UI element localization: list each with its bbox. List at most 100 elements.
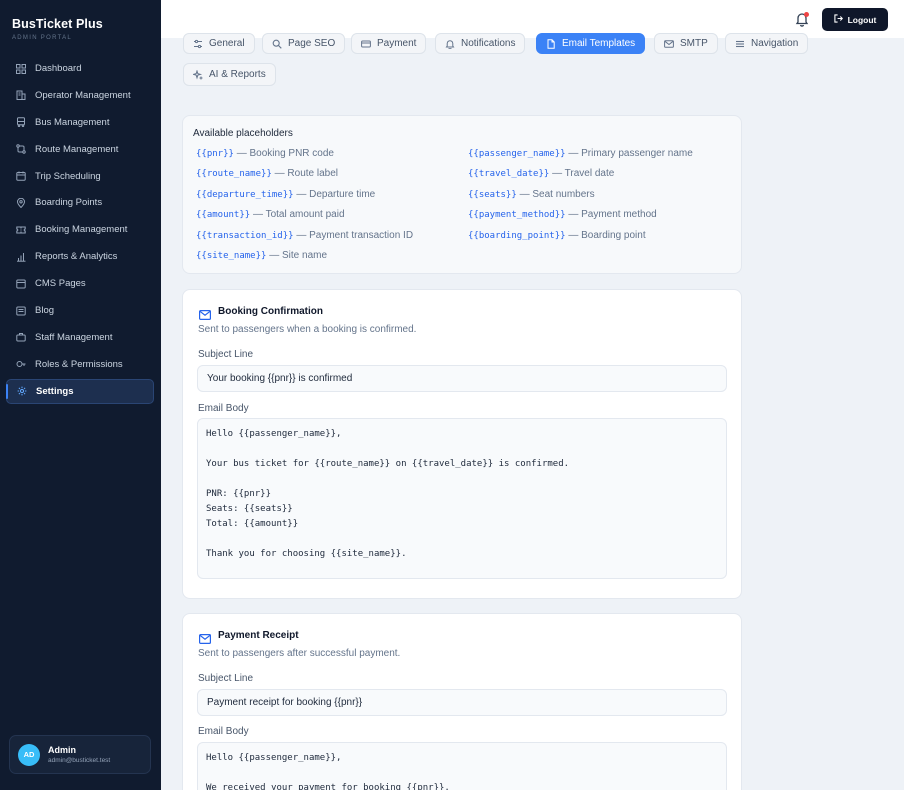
placeholder-desc: — Route label xyxy=(274,168,339,179)
file-text-icon xyxy=(546,38,556,49)
gear-icon xyxy=(17,386,27,396)
placeholder-item: {{amount}} — Total amount paid xyxy=(196,209,345,220)
tab-label: General xyxy=(209,38,245,49)
key-icon xyxy=(16,359,26,369)
placeholder-desc: — Boarding point xyxy=(568,230,646,241)
file-icon xyxy=(16,279,26,289)
sidebar-item-label: Dashboard xyxy=(35,63,82,74)
tab-ai-reports[interactable]: AI & Reports xyxy=(183,63,276,86)
logout-label: Logout xyxy=(847,14,877,25)
placeholder-desc: — Primary passenger name xyxy=(568,148,693,159)
template-title: Payment Receipt xyxy=(218,630,299,641)
template-title: Booking Confirmation xyxy=(218,306,323,317)
credit-card-icon xyxy=(361,39,371,49)
tab-label: Navigation xyxy=(751,38,799,49)
template-header: Payment Receipt xyxy=(199,630,299,644)
tab-payment[interactable]: Payment xyxy=(351,33,427,54)
placeholder-code[interactable]: {{boarding_point}} xyxy=(468,231,566,241)
tab-page-seo[interactable]: Page SEO xyxy=(262,33,346,54)
placeholder-code[interactable]: {{amount}} xyxy=(196,210,250,220)
bell-icon xyxy=(445,39,455,49)
logout-button[interactable]: Logout xyxy=(822,8,888,31)
mail-icon xyxy=(199,307,212,320)
placeholder-code[interactable]: {{site_name}} xyxy=(196,251,266,261)
sidebar-item-staff-management[interactable]: Staff Management xyxy=(6,325,154,350)
sidebar-item-label: Settings xyxy=(36,385,74,397)
sidebar-item-route-management[interactable]: Route Management xyxy=(6,137,154,162)
placeholder-code[interactable]: {{seats}} xyxy=(468,190,517,200)
tab-notifications[interactable]: Notifications xyxy=(435,33,526,54)
sidebar-item-operator-management[interactable]: Operator Management xyxy=(6,83,154,108)
sidebar-item-settings[interactable]: Settings xyxy=(6,378,154,404)
search-icon xyxy=(272,39,282,49)
tab-label: Payment xyxy=(377,38,417,49)
body-textarea[interactable]: Hello {{passenger_name}}, We received yo… xyxy=(197,742,727,790)
app-subtitle: ADMIN PORTAL xyxy=(12,35,73,41)
user-card[interactable]: AD Admin admin@busticket.test xyxy=(9,735,151,774)
sidebar-item-blog[interactable]: Blog xyxy=(6,298,154,323)
notification-dot xyxy=(804,12,809,17)
calendar-icon xyxy=(16,171,26,181)
sliders-icon xyxy=(193,39,203,49)
subject-input[interactable]: Payment receipt for booking {{pnr}} xyxy=(197,689,727,716)
placeholder-item: {{payment_method}} — Payment method xyxy=(468,209,657,220)
sidebar-item-label: Booking Management xyxy=(35,224,128,236)
sidebar-item-roles-permissions[interactable]: Roles & Permissions xyxy=(6,352,154,377)
tab-email-templates[interactable]: Email Templates xyxy=(536,33,646,54)
sidebar-item-boarding-points[interactable]: Boarding Points xyxy=(6,190,154,215)
sidebar-item-dashboard[interactable]: Dashboard xyxy=(6,56,154,81)
subject-input[interactable]: Your booking {{pnr}} is confirmed xyxy=(197,365,727,392)
tab-general[interactable]: General xyxy=(183,33,255,54)
sidebar-item-reports-analytics[interactable]: Reports & Analytics xyxy=(6,244,154,269)
avatar: AD xyxy=(18,743,40,766)
placeholder-item: {{passenger_name}} — Primary passenger n… xyxy=(468,148,693,159)
menu-icon xyxy=(735,39,745,49)
placeholder-desc: — Total amount paid xyxy=(252,209,345,220)
body-textarea[interactable]: Hello {{passenger_name}}, Your bus ticke… xyxy=(197,418,727,579)
app-title: BusTicket Plus xyxy=(12,17,103,31)
placeholder-item: {{boarding_point}} — Boarding point xyxy=(468,230,646,241)
tab-label: Page SEO xyxy=(288,38,336,49)
placeholder-desc: — Payment method xyxy=(568,209,657,220)
placeholder-code[interactable]: {{route_name}} xyxy=(196,169,272,179)
placeholder-item: {{route_name}} — Route label xyxy=(196,168,338,179)
brand: BusTicket Plus ADMIN PORTAL xyxy=(12,17,103,41)
placeholders-title: Available placeholders xyxy=(193,128,293,139)
tab-label: Notifications xyxy=(461,38,516,49)
placeholder-code[interactable]: {{transaction_id}} xyxy=(196,231,294,241)
template-card-booking-confirmation: Booking Confirmation Sent to passengers … xyxy=(182,289,742,599)
user-email: admin@busticket.test xyxy=(48,757,111,764)
sidebar-item-bus-management[interactable]: Bus Management xyxy=(6,110,154,135)
template-header: Booking Confirmation xyxy=(199,306,323,320)
building-icon xyxy=(16,90,26,101)
tab-label: SMTP xyxy=(680,38,708,49)
placeholder-item: {{pnr}} — Booking PNR code xyxy=(196,148,334,159)
subject-label: Subject Line xyxy=(198,673,254,684)
placeholders-panel: Available placeholders {{pnr}} — Booking… xyxy=(182,115,742,274)
placeholder-item: {{travel_date}} — Travel date xyxy=(468,168,614,179)
placeholder-desc: — Site name xyxy=(269,250,328,261)
placeholder-desc: — Payment transaction ID xyxy=(296,230,414,241)
template-description: Sent to passengers when a booking is con… xyxy=(198,324,417,335)
sidebar-item-label: Bus Management xyxy=(35,116,110,128)
tab-smtp[interactable]: SMTP xyxy=(654,33,718,54)
placeholder-code[interactable]: {{travel_date}} xyxy=(468,169,549,179)
sidebar-item-label: Trip Scheduling xyxy=(35,170,101,182)
sparkles-icon xyxy=(193,69,203,80)
placeholder-item: {{transaction_id}} — Payment transaction… xyxy=(196,230,413,241)
placeholder-desc: — Seat numbers xyxy=(519,189,595,200)
tab-navigation[interactable]: Navigation xyxy=(725,33,809,54)
sidebar: BusTicket Plus ADMIN PORTAL Dashboard Op… xyxy=(0,0,161,790)
placeholder-code[interactable]: {{passenger_name}} xyxy=(468,149,566,159)
logout-icon xyxy=(833,14,843,25)
sidebar-item-label: Blog xyxy=(35,305,55,317)
placeholder-code[interactable]: {{payment_method}} xyxy=(468,210,566,220)
placeholder-code[interactable]: {{pnr}} xyxy=(196,149,234,159)
sidebar-item-trip-scheduling[interactable]: Trip Scheduling xyxy=(6,164,154,189)
sidebar-item-booking-management[interactable]: Booking Management xyxy=(6,217,154,242)
sidebar-item-cms-pages[interactable]: CMS Pages xyxy=(6,271,154,296)
route-icon xyxy=(16,144,26,154)
placeholder-code[interactable]: {{departure_time}} xyxy=(196,190,294,200)
sidebar-item-label: Operator Management xyxy=(35,89,131,101)
subject-label: Subject Line xyxy=(198,349,254,360)
